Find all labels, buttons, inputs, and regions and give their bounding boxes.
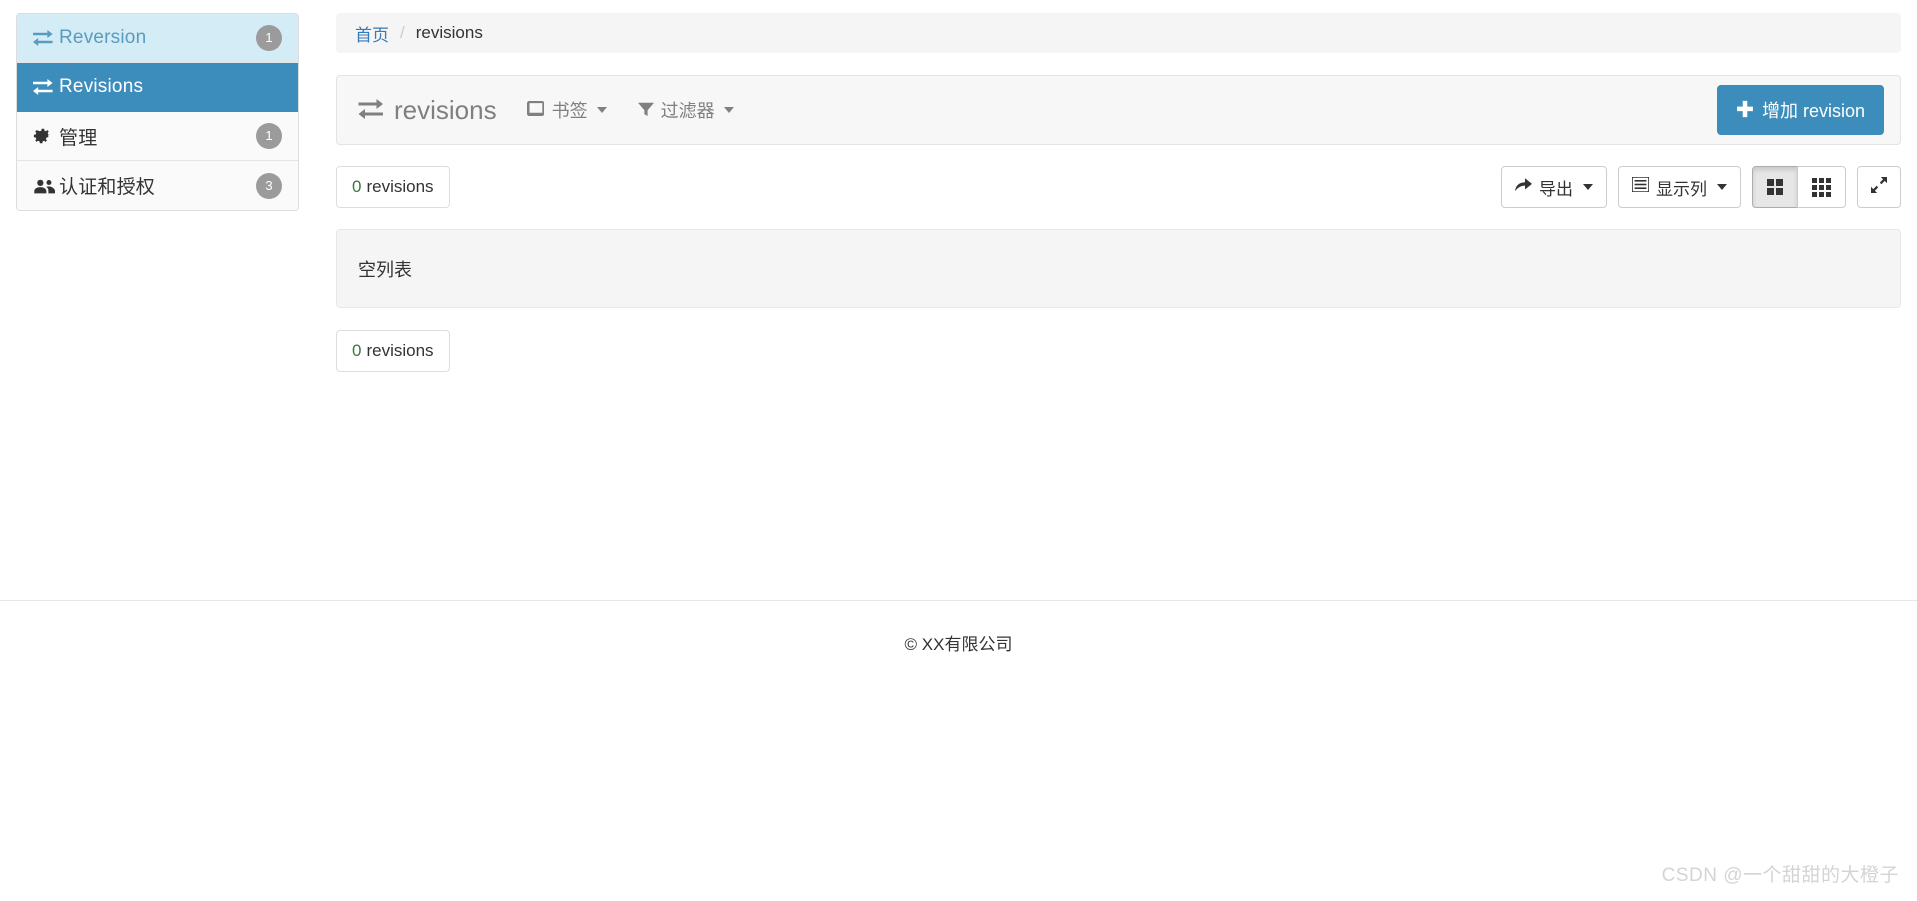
exchange-icon (33, 79, 59, 95)
columns-button[interactable]: 显示列 (1618, 166, 1741, 208)
density-dense-button[interactable] (1797, 166, 1846, 208)
users-icon (33, 178, 59, 194)
footer: © XX有限公司 (0, 600, 1917, 655)
bottom-count-row: 0 revisions (336, 330, 1901, 372)
toolbar-panel: revisions 书签 过滤器 ✚ 增加 revision (336, 75, 1901, 145)
chevron-down-icon (1583, 184, 1593, 190)
main-content: 首页 / revisions revisions 书签 过滤器 ✚ 增加 rev… (299, 0, 1917, 372)
exchange-icon (358, 95, 384, 126)
density-toggle-group (1752, 166, 1846, 208)
results-bar: 0 revisions 导出 显示列 (336, 166, 1901, 208)
density-compact-button[interactable] (1752, 166, 1798, 208)
result-count-label: revisions (366, 177, 434, 196)
chevron-down-icon (723, 107, 734, 113)
sidebar-item-label: 管理 (59, 127, 98, 149)
breadcrumb-current: revisions (415, 23, 483, 42)
empty-list-message: 空列表 (358, 259, 412, 280)
expand-arrows-icon (1871, 176, 1887, 198)
body-area: Reversion 1 Revisions 管理 1 认证和授权 3 首页 / … (0, 0, 1917, 372)
empty-list-panel: 空列表 (336, 229, 1901, 308)
sidebar-item-badge: 3 (256, 172, 282, 199)
watermark: CSDN @一个甜甜的大橙子 (1661, 865, 1899, 886)
grid-3x3-icon (1812, 177, 1831, 197)
sidebar-item-revisions[interactable]: Revisions (17, 63, 298, 112)
sidebar-item-label: Revisions (59, 76, 144, 97)
book-icon (526, 100, 545, 121)
columns-label: 显示列 (1656, 179, 1707, 199)
plus-icon: ✚ (1735, 100, 1754, 120)
filter-icon (637, 100, 654, 121)
sidebar-item-auth[interactable]: 认证和授权 3 (17, 161, 298, 210)
export-button[interactable]: 导出 (1501, 166, 1607, 208)
chevron-down-icon (596, 107, 607, 113)
filters-label: 过滤器 (660, 101, 715, 121)
result-count-number: 0 (352, 341, 362, 360)
sidebar: Reversion 1 Revisions 管理 1 认证和授权 3 (16, 13, 299, 211)
toolbar: revisions 书签 过滤器 ✚ 增加 revision (337, 76, 1900, 144)
add-revision-button[interactable]: ✚ 增加 revision (1716, 85, 1884, 135)
results-tools: 导出 显示列 (1501, 166, 1901, 208)
breadcrumb-separator: / (400, 23, 405, 42)
fullscreen-button[interactable] (1857, 166, 1901, 208)
app-root: Reversion 1 Revisions 管理 1 认证和授权 3 首页 / … (0, 0, 1917, 901)
gear-icon (33, 127, 59, 145)
chevron-down-icon (1717, 184, 1727, 190)
page-title: revisions (358, 95, 497, 126)
result-count-bottom[interactable]: 0 revisions (336, 330, 450, 372)
add-revision-label: 增加 revision (1761, 101, 1865, 121)
bookmarks-dropdown[interactable]: 书签 (526, 97, 607, 123)
page-title-text: revisions (394, 94, 497, 125)
footer-text: © XX有限公司 (904, 635, 1013, 654)
sidebar-item-label: 认证和授权 (59, 177, 156, 198)
result-count-number: 0 (352, 177, 362, 196)
export-label: 导出 (1539, 179, 1573, 199)
list-icon (1631, 176, 1650, 197)
breadcrumb: 首页 / revisions (336, 13, 1901, 53)
breadcrumb-home-link[interactable]: 首页 (355, 21, 389, 46)
result-count-top[interactable]: 0 revisions (336, 166, 450, 208)
sidebar-item-reversion[interactable]: Reversion 1 (17, 14, 298, 63)
sidebar-item-badge: 1 (256, 25, 282, 51)
result-count-label: revisions (366, 341, 434, 360)
sidebar-item-admin[interactable]: 管理 1 (17, 112, 298, 161)
share-arrow-icon (1515, 177, 1532, 197)
exchange-icon (33, 30, 59, 46)
bookmarks-label: 书签 (551, 101, 588, 121)
grid-2x2-icon (1767, 179, 1783, 195)
filters-dropdown[interactable]: 过滤器 (637, 97, 734, 123)
sidebar-item-badge: 1 (256, 123, 282, 149)
sidebar-item-label: Reversion (59, 27, 147, 48)
